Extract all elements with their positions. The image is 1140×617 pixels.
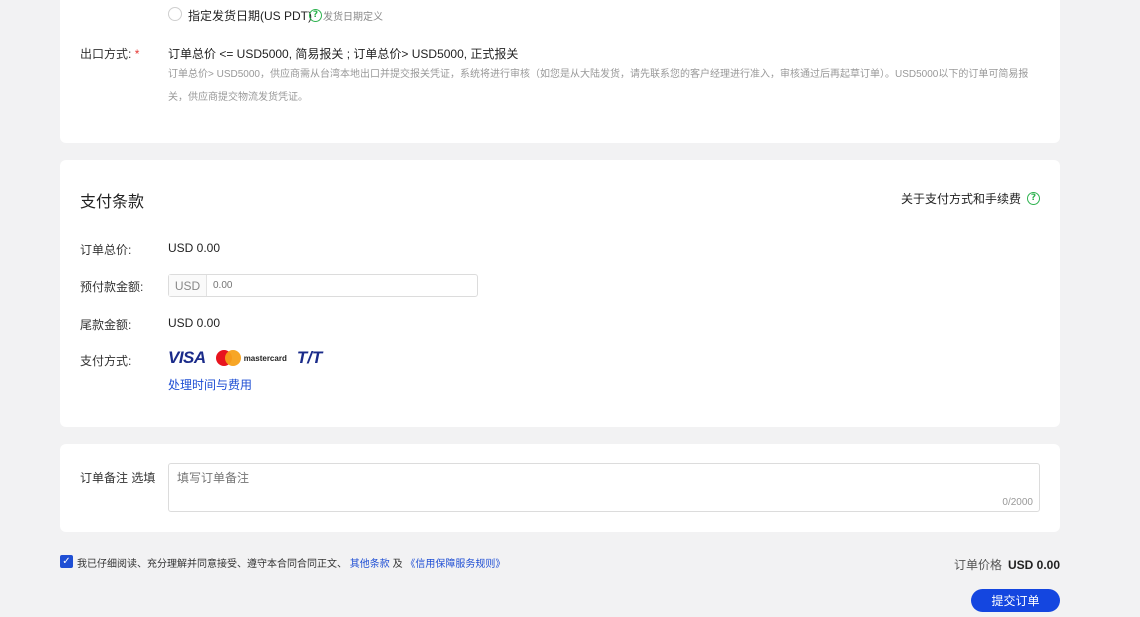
agreement-text: 我已仔细阅读、充分理解并同意接受、遵守本合同合同正文、 其他条款 及 《信用保障… — [77, 555, 505, 570]
payment-method-logos: VISA mastercard T/T — [168, 348, 322, 368]
export-desc-line1: 订单总价> USD5000，供应商需从台湾本地出口并提交报关凭证，系统将进行审核… — [168, 69, 1029, 80]
order-price-value: USD 0.00 — [1007, 557, 1060, 572]
prepay-label: 预付款金额: — [80, 280, 144, 294]
export-method-value: 订单总价 <= USD5000, 简易报关 ; 订单总价> USD5000, 正… — [168, 47, 519, 61]
order-total-label: 订单总价: — [80, 243, 132, 257]
tt-logo: T/T — [296, 348, 323, 367]
agreement-sentence: 我已仔细阅读、充分理解并同意接受、遵守本合同合同正文、 — [77, 559, 347, 570]
order-remarks-card: 订单备注 选填 0/2000 — [60, 444, 1060, 532]
order-price-summary: 订单价格 USD 0.00 — [954, 556, 1060, 573]
order-remarks-label: 订单备注 选填 — [80, 471, 156, 485]
payment-method-label: 支付方式: — [80, 354, 132, 368]
ship-date-option-label[interactable]: 指定发货日期(US PDT) — [188, 7, 312, 24]
credit-guarantee-rules-link[interactable]: 《信用保障服务规则》 — [405, 559, 505, 570]
order-total-value: USD 0.00 — [168, 241, 221, 255]
submit-order-button[interactable]: 提交订单 — [971, 589, 1060, 612]
payment-fees-help-text: 关于支付方式和手续费 — [900, 192, 1021, 206]
payment-fees-help[interactable]: 关于支付方式和手续费 ? — [901, 190, 1040, 207]
export-label: 出口方式: * — [80, 47, 140, 61]
export-desc-line2: 关，供应商提交物流发货凭证。 — [168, 92, 308, 103]
help-icon: ? — [309, 9, 322, 22]
ship-date-radio[interactable] — [168, 7, 182, 21]
help-icon: ? — [1027, 192, 1040, 205]
balance-value: USD 0.00 — [168, 316, 221, 330]
visa-logo: VISA — [168, 348, 206, 367]
prepay-amount-input[interactable] — [207, 275, 477, 296]
prepay-currency-prefix: USD — [169, 275, 207, 296]
order-remarks-box: 0/2000 — [168, 463, 1040, 512]
processing-fees-link[interactable]: 处理时间与费用 — [168, 376, 252, 393]
order-price-label: 订单价格 — [953, 558, 1002, 572]
order-remarks-textarea[interactable] — [169, 464, 1039, 511]
agreement-and: 及 — [392, 559, 403, 570]
ship-date-help[interactable]: ? 发货日期定义 — [309, 8, 383, 23]
mastercard-logo: mastercard — [215, 350, 287, 366]
ship-date-help-text: 发货日期定义 — [323, 12, 383, 23]
shipping-export-card: 指定发货日期(US PDT) ? 发货日期定义 出口方式: * 订单总价 <= … — [60, 0, 1060, 143]
balance-label: 尾款金额: — [80, 318, 132, 332]
payment-terms-card: 支付条款 关于支付方式和手续费 ? 订单总价: USD 0.00 预付款金额: … — [60, 160, 1060, 427]
agree-checkbox[interactable]: ✓ — [60, 555, 73, 568]
export-description: 订单总价> USD5000，供应商需从台湾本地出口并提交报关凭证，系统将进行审核… — [168, 63, 1040, 109]
other-terms-link[interactable]: 其他条款 — [350, 559, 390, 570]
payment-terms-title: 支付条款 — [80, 194, 145, 211]
required-mark: * — [134, 47, 140, 61]
remarks-char-counter: 0/2000 — [1002, 497, 1033, 508]
prepay-input-group: USD — [168, 274, 478, 297]
